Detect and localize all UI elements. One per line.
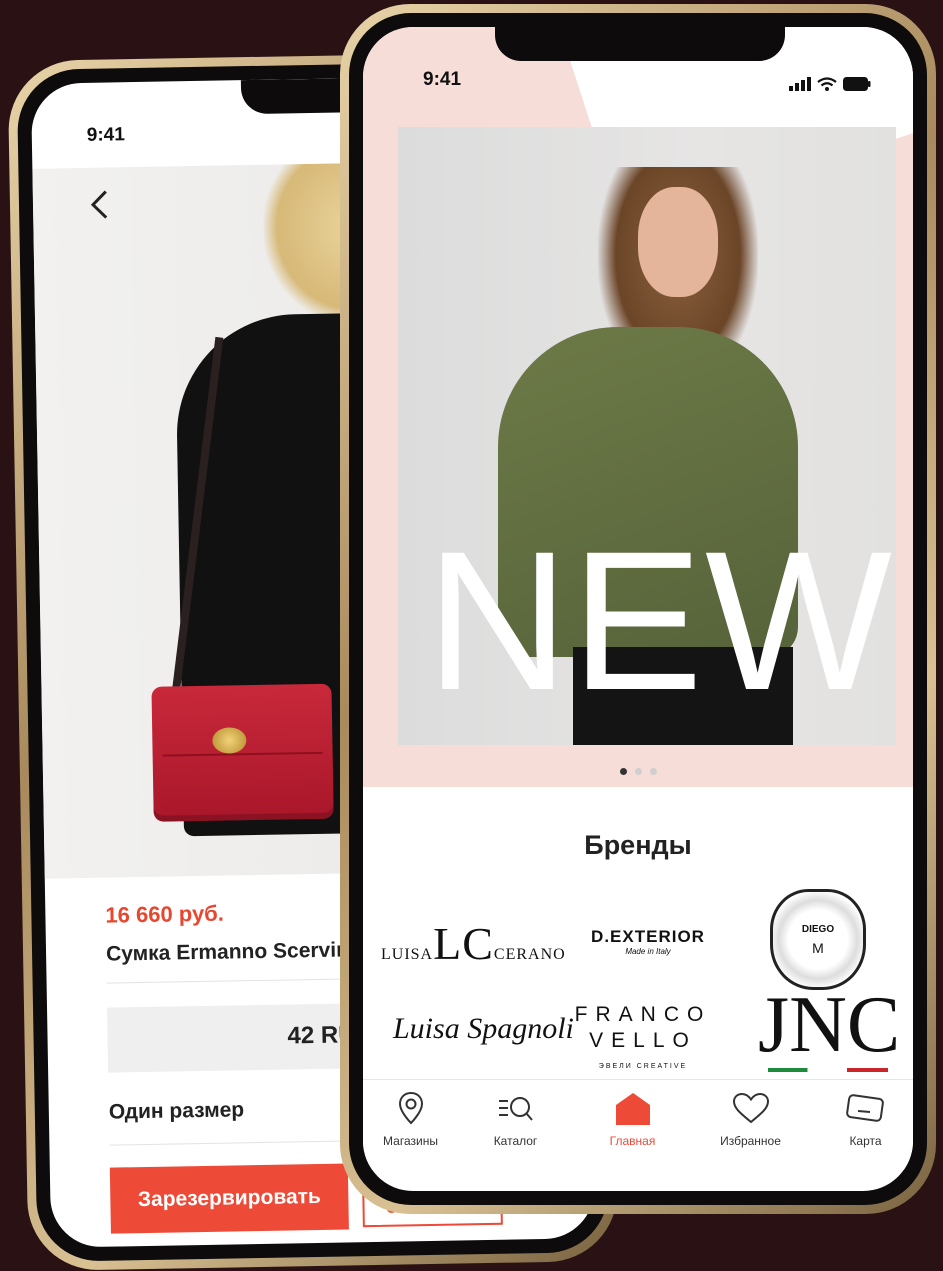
- brand-mark: M: [812, 940, 824, 956]
- reserve-button[interactable]: Зарезервировать: [109, 1163, 349, 1234]
- home-phone: 9:41 NEW Бренды LUISALCCERANO D.EXTERIOR…: [340, 4, 936, 1214]
- tab-label: Главная: [609, 1134, 656, 1148]
- brand-name: D.EXTERIOR: [591, 927, 705, 946]
- brand-name: JNC: [758, 981, 901, 1069]
- tab-catalog[interactable]: Каталог: [468, 1090, 563, 1148]
- brand-jnc[interactable]: JNC: [758, 985, 900, 1072]
- brand-prefix: LUISA: [381, 946, 434, 963]
- size-label: Один размер: [108, 1098, 245, 1124]
- red-bag-image: [151, 683, 334, 822]
- chevron-left-icon[interactable]: [88, 187, 111, 229]
- brand-luisa-cerano[interactable]: LUISALCCERANO: [381, 917, 565, 970]
- tab-label: Карта: [849, 1134, 882, 1148]
- status-icons: [789, 77, 871, 91]
- tab-label: Каталог: [493, 1134, 538, 1148]
- brand-luisa-spagnoli[interactable]: Luisa Spagnoli: [393, 1012, 574, 1046]
- phone-bezel: 9:41 NEW Бренды LUISALCCERANO D.EXTERIOR…: [349, 13, 927, 1205]
- brand-diego-m[interactable]: DIEGO M: [763, 889, 873, 990]
- brand-d-exterior[interactable]: D.EXTERIOR Made in Italy: [558, 927, 738, 956]
- brand-line1: FRANCO: [574, 1003, 712, 1026]
- heart-icon: [732, 1092, 769, 1124]
- phone-notch: [495, 27, 785, 61]
- brand-mark: LC: [433, 918, 494, 969]
- crest-logo: DIEGO M: [770, 889, 866, 990]
- bottom-tab-bar: Магазины Каталог Главная Избранное Карта: [363, 1079, 913, 1170]
- carousel-dots[interactable]: [363, 762, 913, 780]
- hero-title: NEW: [426, 510, 894, 731]
- tab-home[interactable]: Главная: [585, 1090, 680, 1148]
- carousel-dot[interactable]: [619, 768, 627, 775]
- tab-label: Магазины: [383, 1134, 438, 1148]
- brands-title: Бренды: [584, 830, 692, 860]
- model-face: [638, 187, 718, 297]
- bag-flap: [162, 751, 323, 757]
- status-time: 9:41: [423, 69, 462, 90]
- tab-favorites[interactable]: Избранное: [703, 1090, 798, 1148]
- brand-suffix: CERANO: [493, 946, 566, 963]
- hero-banner[interactable]: NEW: [398, 127, 896, 745]
- brand-line2: VELLO: [589, 1029, 697, 1052]
- home-icon: [615, 1093, 650, 1125]
- carousel-dot[interactable]: [634, 768, 642, 775]
- bag-lock: [212, 727, 247, 754]
- status-time: 9:41: [86, 124, 126, 146]
- home-screen: 9:41 NEW Бренды LUISALCCERANO D.EXTERIOR…: [363, 27, 913, 1191]
- tab-label: Избранное: [720, 1134, 781, 1148]
- map-pin-icon: [398, 1091, 423, 1125]
- signal-icon: [789, 77, 811, 91]
- brand-tagline: Made in Italy: [625, 947, 671, 956]
- tab-card[interactable]: Карта: [818, 1090, 913, 1148]
- product-price: 16 660 руб.: [105, 900, 225, 928]
- carousel-dot[interactable]: [649, 768, 657, 775]
- brand-tagline: ЭВЕЛИ CREATIVE: [598, 1063, 688, 1070]
- wifi-icon: [817, 77, 837, 91]
- battery-icon: [843, 77, 871, 91]
- brand-name: DIEGO: [801, 924, 835, 935]
- card-icon: [845, 1094, 884, 1122]
- brand-franco-vello[interactable]: FRANCO VELLO ЭВЕЛИ CREATIVE: [573, 1002, 713, 1080]
- product-name: Сумка Ermanno Scervino: [105, 938, 362, 966]
- catalog-search-icon: [498, 1097, 533, 1121]
- tab-stores[interactable]: Магазины: [363, 1090, 458, 1148]
